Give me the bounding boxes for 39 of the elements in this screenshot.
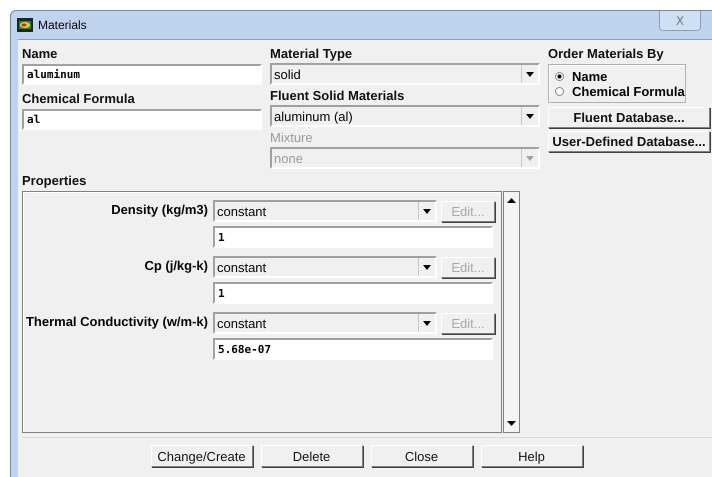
dropdown-arrow-icon (423, 264, 431, 270)
dialog-button[interactable]: Delete (260, 445, 362, 467)
method-dropdown[interactable]: constant (213, 312, 437, 334)
dropdown-arrow-icon (526, 72, 534, 76)
database-button[interactable]: Fluent Database... (548, 107, 710, 128)
value-field[interactable]: 5.68e-07 (213, 338, 493, 360)
field-label: Mixture (270, 130, 314, 146)
window-title: Materials (38, 18, 87, 32)
field-label: Material Type (270, 46, 354, 62)
dialog-button[interactable]: Change/Create (150, 445, 252, 467)
property-label: Density (kg/m3) (110, 201, 208, 219)
scrollbar[interactable] (503, 191, 520, 433)
dialog-button[interactable]: Help (480, 445, 582, 467)
method-dropdown[interactable]: constant (213, 200, 437, 222)
radio-option[interactable]: Chemical Formula (555, 84, 685, 99)
value-field[interactable]: 1 (213, 226, 493, 248)
dropdown[interactable]: solid (270, 63, 540, 85)
name-field[interactable]: aluminum (22, 64, 262, 85)
dropdown-arrow-icon (526, 156, 534, 160)
group-label: Order Materials By (548, 46, 665, 62)
property-label: Cp (j/kg-k) (143, 257, 208, 275)
value-field[interactable]: 1 (213, 282, 493, 304)
app-icon (17, 18, 33, 32)
database-button[interactable]: User-Defined Database... (548, 131, 710, 152)
dialog-button[interactable]: Close (370, 445, 472, 467)
scroll-up-icon[interactable] (507, 198, 516, 203)
scroll-down-icon[interactable] (507, 421, 516, 426)
radio-option[interactable]: Name (555, 69, 685, 84)
method-dropdown[interactable]: constant (213, 256, 437, 278)
property-label: Thermal Conductivity (w/m-k) (24, 313, 208, 331)
field-label: Name (22, 46, 58, 62)
formula-field[interactable]: al (22, 109, 262, 130)
dropdown-arrow-icon (423, 208, 431, 214)
field-label: Fluent Solid Materials (270, 88, 406, 104)
field-label: Chemical Formula (22, 91, 136, 107)
dropdown[interactable]: aluminum (al) (270, 105, 540, 127)
section-label: Properties (22, 173, 88, 189)
dropdown-arrow-icon (423, 320, 431, 326)
dropdown-arrow-icon (526, 114, 534, 118)
